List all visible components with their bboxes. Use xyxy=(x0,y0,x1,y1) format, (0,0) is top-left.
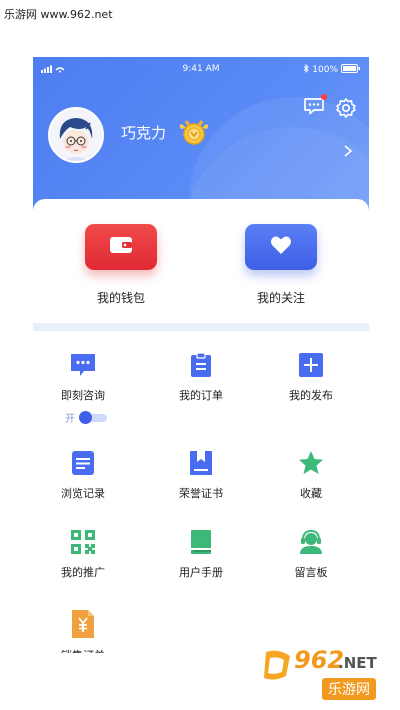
document-icon xyxy=(70,450,96,476)
message-icon xyxy=(303,98,325,119)
follow-button[interactable] xyxy=(245,224,317,270)
medal-icon xyxy=(178,115,210,147)
menu-label: 我的发布 xyxy=(289,389,333,402)
headset-icon xyxy=(298,529,324,555)
battery-text: 100% xyxy=(312,65,338,75)
status-bar: 9:41 AM 100% xyxy=(33,63,369,77)
consult-toggle-row: 开 xyxy=(65,410,107,425)
menu-label: 浏览记录 xyxy=(61,487,105,500)
star-icon xyxy=(298,450,324,476)
menu-label: 用户手册 xyxy=(179,566,223,579)
watermark-logo: 962 .NET 乐游网 xyxy=(260,646,390,702)
watermark-logo-main: 962 xyxy=(294,646,345,674)
book-icon xyxy=(188,529,214,555)
consult-toggle[interactable] xyxy=(79,410,107,424)
profile-header: 9:41 AM 100% 巧克力 xyxy=(33,57,369,217)
watermark-top: 乐游网 www.962.net xyxy=(4,8,113,21)
watermark-logo-suffix: .NET xyxy=(338,654,377,672)
menu-label: 留言板 xyxy=(294,566,328,579)
menu-item-publish[interactable]: 我的发布 xyxy=(261,352,361,403)
wallet-icon xyxy=(109,236,133,258)
menu-label: 收藏 xyxy=(300,487,322,500)
chat-bubble-icon xyxy=(70,352,96,378)
section-divider xyxy=(33,323,369,331)
phone-screen: 9:41 AM 100% 巧克力 我的钱包 我的关注 即刻咨询 我的订单 我的发… xyxy=(33,57,369,657)
toggle-state-label: 开 xyxy=(65,414,75,425)
menu-item-consult[interactable]: 即刻咨询 xyxy=(33,352,133,403)
message-button[interactable] xyxy=(303,94,327,115)
menu-item-certificate[interactable]: 荣誉证书 xyxy=(151,450,251,501)
gear-icon xyxy=(335,98,357,123)
menu-item-promotion[interactable]: 我的推广 xyxy=(33,529,133,580)
clipboard-icon xyxy=(188,352,214,378)
menu-label: 销售订单 xyxy=(53,647,113,653)
menu-item-sales-orders[interactable]: 销售订单 xyxy=(53,609,113,653)
watermark-logo-sub: 乐游网 xyxy=(322,678,376,700)
yuan-document-icon xyxy=(70,609,96,639)
qr-code-icon xyxy=(70,529,96,555)
heart-icon xyxy=(270,235,292,259)
settings-button[interactable] xyxy=(335,97,357,119)
plus-square-icon xyxy=(298,352,324,378)
notification-dot xyxy=(321,94,327,100)
battery-icon xyxy=(341,64,361,76)
certificate-icon xyxy=(188,450,214,476)
quick-actions-card: 我的钱包 我的关注 xyxy=(33,199,369,324)
menu-item-favorites[interactable]: 收藏 xyxy=(261,450,361,501)
menu-label: 即刻咨询 xyxy=(61,389,105,402)
menu-item-message-board[interactable]: 留言板 xyxy=(261,529,361,580)
menu-item-history[interactable]: 浏览记录 xyxy=(33,450,133,501)
wallet-button[interactable] xyxy=(85,224,157,270)
avatar[interactable] xyxy=(48,107,104,163)
menu-item-manual[interactable]: 用户手册 xyxy=(151,529,251,580)
wallet-label[interactable]: 我的钱包 xyxy=(61,289,181,306)
menu-item-orders[interactable]: 我的订单 xyxy=(151,352,251,403)
follow-label[interactable]: 我的关注 xyxy=(221,289,341,306)
chevron-right-icon[interactable] xyxy=(343,143,353,157)
username[interactable]: 巧克力 xyxy=(121,122,166,143)
bluetooth-icon xyxy=(303,63,309,76)
menu-label: 我的推广 xyxy=(61,566,105,579)
menu-label: 我的订单 xyxy=(179,389,223,402)
menu-label: 荣誉证书 xyxy=(179,487,223,500)
